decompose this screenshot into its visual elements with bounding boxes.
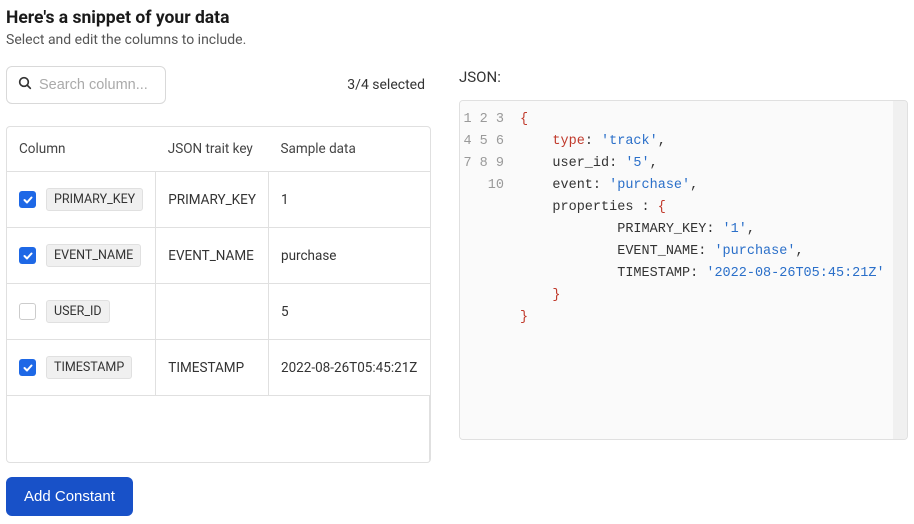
table-row: EVENT_NAME EVENT_NAME purchase	[7, 228, 430, 284]
table-row: USER_ID 5	[7, 284, 430, 340]
table-row: TIMESTAMP TIMESTAMP 2022-08-26T05:45:21Z	[7, 340, 430, 396]
column-header-column: Column	[7, 127, 156, 172]
search-input[interactable]	[39, 77, 155, 93]
empty-row	[7, 396, 430, 462]
sample-cell: purchase	[269, 228, 430, 284]
column-header-trait: JSON trait key	[156, 127, 269, 172]
add-constant-button[interactable]: Add Constant	[6, 477, 133, 516]
sample-cell: 1	[269, 172, 430, 228]
trait-cell: PRIMARY_KEY	[156, 172, 269, 228]
page-subtitle: Select and edit the columns to include.	[6, 32, 908, 48]
line-gutter: 1 2 3 4 5 6 7 8 9 10	[460, 101, 514, 439]
checkbox[interactable]	[19, 359, 36, 376]
sample-cell: 5	[269, 284, 430, 340]
selection-count: 3/4 selected	[347, 77, 431, 93]
trait-cell: EVENT_NAME	[156, 228, 269, 284]
json-label: JSON:	[459, 68, 908, 86]
column-chip: TIMESTAMP	[46, 356, 132, 379]
column-header-sample: Sample data	[269, 127, 430, 172]
column-chip: USER_ID	[46, 300, 110, 323]
column-chip: EVENT_NAME	[46, 244, 141, 267]
json-panel: 1 2 3 4 5 6 7 8 9 10 { type: 'track', us…	[459, 100, 908, 440]
column-chip: PRIMARY_KEY	[46, 188, 143, 211]
table-row: PRIMARY_KEY PRIMARY_KEY 1	[7, 172, 430, 228]
checkbox[interactable]	[19, 303, 36, 320]
json-code[interactable]: { type: 'track', user_id: '5', event: 'p…	[514, 101, 893, 439]
sample-cell: 2022-08-26T05:45:21Z	[269, 340, 430, 396]
scrollbar[interactable]	[893, 101, 907, 439]
search-box[interactable]	[6, 66, 166, 104]
checkbox[interactable]	[19, 191, 36, 208]
columns-table: Column JSON trait key Sample data PRIMAR…	[6, 126, 431, 463]
search-icon	[17, 75, 33, 95]
page-title: Here's a snippet of your data	[6, 8, 908, 28]
trait-cell: TIMESTAMP	[156, 340, 269, 396]
checkbox[interactable]	[19, 247, 36, 264]
trait-cell	[156, 284, 269, 340]
